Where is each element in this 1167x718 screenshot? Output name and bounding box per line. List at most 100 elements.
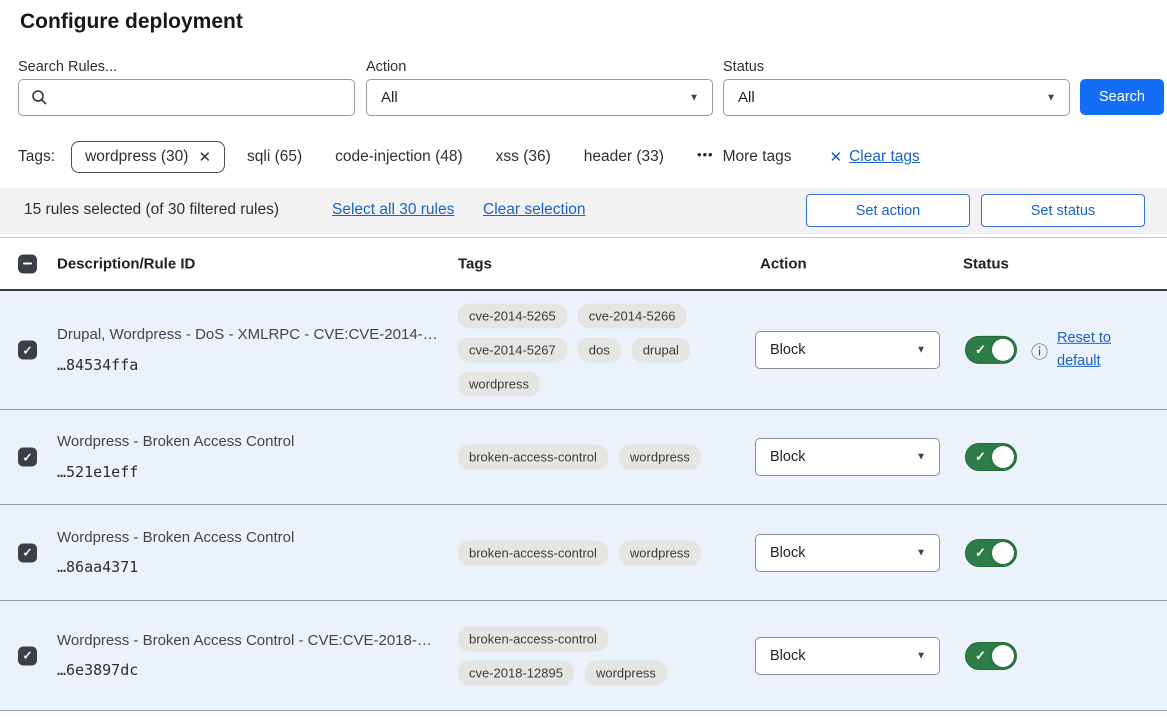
clear-selection-link[interactable]: Clear selection xyxy=(483,201,586,219)
status-cell: ✓ xyxy=(965,443,1017,471)
more-tags-button[interactable]: ••• More tags xyxy=(697,148,792,166)
tag-filter-sqli[interactable]: sqli (65) xyxy=(247,148,302,166)
configure-deployment-page: Configure deployment Search Rules... Act… xyxy=(0,0,1167,718)
toggle-knob xyxy=(992,339,1014,361)
selected-tag-label: wordpress (30) xyxy=(85,148,188,166)
rule-id: …84534ffa xyxy=(57,356,449,374)
action-select[interactable]: Block ▼ xyxy=(755,331,940,369)
remove-tag-icon[interactable]: ✕ xyxy=(198,148,211,166)
action-select[interactable]: Block ▼ xyxy=(755,438,940,476)
tag-pill: cve-2018-12895 xyxy=(458,660,574,685)
chevron-down-icon: ▼ xyxy=(916,345,926,356)
status-cell: ✓ xyxy=(965,642,1017,670)
table-row: ✓ Wordpress - Broken Access Control …86a… xyxy=(0,505,1167,601)
check-icon: ✓ xyxy=(975,648,986,664)
column-header-description: Description/Rule ID xyxy=(57,255,195,272)
row-checkbox[interactable]: ✓ xyxy=(18,646,37,665)
tag-pill: broken-access-control xyxy=(458,445,608,470)
description-cell: Wordpress - Broken Access Control …521e1… xyxy=(57,433,449,481)
tag-pill: cve-2014-5265 xyxy=(458,304,567,329)
rule-description: Drupal, Wordpress - DoS - XMLRPC - CVE:C… xyxy=(57,326,449,345)
chevron-down-icon: ▼ xyxy=(689,92,699,103)
page-title: Configure deployment xyxy=(20,10,243,34)
row-checkbox[interactable]: ✓ xyxy=(18,341,37,360)
selected-tag-wordpress[interactable]: wordpress (30) ✕ xyxy=(71,141,225,173)
set-status-button[interactable]: Set status xyxy=(981,194,1145,227)
row-checkbox[interactable]: ✓ xyxy=(18,543,37,562)
check-icon: ✓ xyxy=(975,342,986,358)
select-all-checkbox[interactable] xyxy=(18,254,37,273)
status-toggle[interactable]: ✓ xyxy=(965,642,1017,670)
tag-pill: cve-2014-5266 xyxy=(578,304,687,329)
status-filter-select[interactable]: All ▼ xyxy=(723,79,1070,116)
check-icon: ✓ xyxy=(22,650,32,662)
select-all-rules-link[interactable]: Select all 30 rules xyxy=(332,201,454,219)
status-toggle[interactable]: ✓ xyxy=(965,336,1017,364)
tag-filter-code-injection[interactable]: code-injection (48) xyxy=(335,148,463,166)
check-icon: ✓ xyxy=(975,449,986,465)
more-tags-label: More tags xyxy=(723,148,792,166)
status-toggle[interactable]: ✓ xyxy=(965,443,1017,471)
action-select[interactable]: Block ▼ xyxy=(755,637,940,675)
status-filter-value: All xyxy=(738,89,755,106)
toggle-knob xyxy=(992,542,1014,564)
reset-to-default-link[interactable]: Reset to default xyxy=(1057,327,1121,373)
set-action-button[interactable]: Set action xyxy=(806,194,970,227)
search-icon xyxy=(31,89,48,106)
tag-filter-header[interactable]: header (33) xyxy=(584,148,664,166)
rule-id: …521e1eff xyxy=(57,463,449,481)
tags-cell: cve-2014-5265cve-2014-5266cve-2014-5267d… xyxy=(458,304,720,397)
search-rules-input[interactable] xyxy=(48,80,354,115)
tags-bar: Tags: wordpress (30) ✕ sqli (65) code-in… xyxy=(18,139,920,175)
action-select[interactable]: Block ▼ xyxy=(755,534,940,572)
tags-cell: broken-access-controlcve-2018-12895wordp… xyxy=(458,626,720,685)
tag-pill: broken-access-control xyxy=(458,626,608,651)
description-cell: Drupal, Wordpress - DoS - XMLRPC - CVE:C… xyxy=(57,326,449,374)
tags-cell: broken-access-control wordpress xyxy=(458,445,720,470)
description-cell: Wordpress - Broken Access Control …86aa4… xyxy=(57,529,449,577)
description-cell: Wordpress - Broken Access Control - CVE:… xyxy=(57,632,449,680)
action-filter-value: All xyxy=(381,89,398,106)
selection-bar: 15 rules selected (of 30 filtered rules)… xyxy=(0,188,1167,234)
status-toggle[interactable]: ✓ xyxy=(965,539,1017,567)
tag-pill: drupal xyxy=(632,338,690,363)
chevron-down-icon: ▼ xyxy=(916,452,926,463)
check-icon: ✓ xyxy=(22,547,32,559)
column-header-action: Action xyxy=(760,255,807,272)
toggle-knob xyxy=(992,446,1014,468)
rule-description: Wordpress - Broken Access Control xyxy=(57,529,449,548)
tag-pill: wordpress xyxy=(619,540,701,565)
check-icon: ✓ xyxy=(22,451,32,463)
clear-tags-link[interactable]: ✕ Clear tags xyxy=(830,148,920,166)
tag-pill: dos xyxy=(578,338,621,363)
action-value: Block xyxy=(770,449,805,465)
chevron-down-icon: ▼ xyxy=(916,547,926,558)
selection-summary: 15 rules selected (of 30 filtered rules) xyxy=(24,201,279,219)
action-filter-label: Action xyxy=(366,59,406,75)
table-row: ✓ Wordpress - Broken Access Control - CV… xyxy=(0,601,1167,711)
status-cell: ✓ ⓘ Reset to default xyxy=(965,327,1121,373)
table-row: ✓ Drupal, Wordpress - DoS - XMLRPC - CVE… xyxy=(0,291,1167,410)
row-checkbox[interactable]: ✓ xyxy=(18,448,37,467)
action-filter-select[interactable]: All ▼ xyxy=(366,79,713,116)
toggle-knob xyxy=(992,645,1014,667)
search-rules-field[interactable] xyxy=(18,79,355,116)
table-header-row: Description/Rule ID Tags Action Status xyxy=(0,237,1167,291)
tag-filter-xss[interactable]: xss (36) xyxy=(496,148,551,166)
clear-icon: ✕ xyxy=(830,148,843,166)
info-icon[interactable]: ⓘ xyxy=(1031,338,1048,363)
rule-description: Wordpress - Broken Access Control - CVE:… xyxy=(57,632,449,651)
column-header-tags: Tags xyxy=(458,255,492,272)
next-row-cutoff xyxy=(0,711,1167,716)
search-button[interactable]: Search xyxy=(1080,79,1164,115)
tags-cell: broken-access-controlwordpress xyxy=(458,540,720,565)
search-rules-label: Search Rules... xyxy=(18,59,117,75)
tag-pill: wordpress xyxy=(619,445,701,470)
ellipsis-icon: ••• xyxy=(697,147,714,162)
rules-table: Description/Rule ID Tags Action Status ✓… xyxy=(0,237,1167,716)
rule-id: …6e3897dc xyxy=(57,661,449,679)
action-value: Block xyxy=(770,545,805,561)
action-value: Block xyxy=(770,342,805,358)
chevron-down-icon: ▼ xyxy=(916,650,926,661)
tags-bar-label: Tags: xyxy=(18,148,55,166)
